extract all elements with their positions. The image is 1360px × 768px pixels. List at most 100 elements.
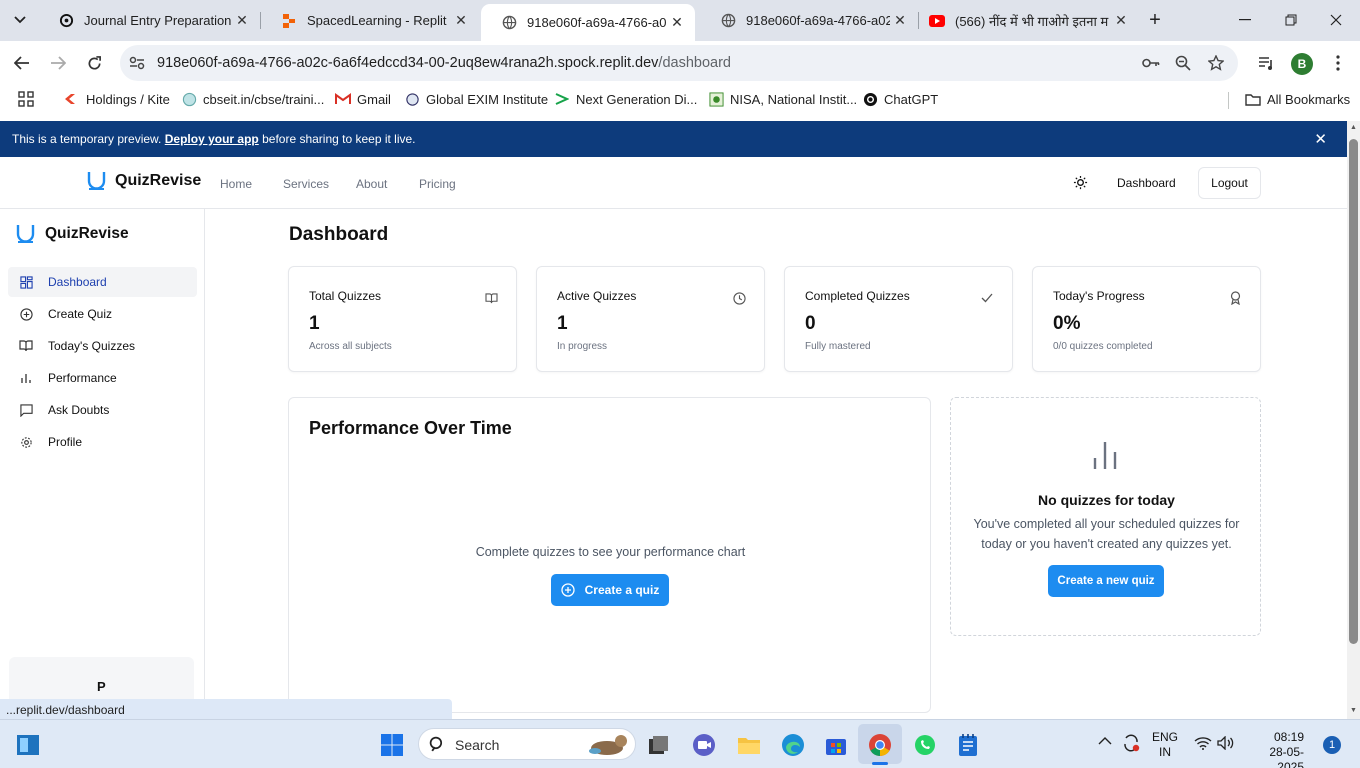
sidebar-brand[interactable]: QuizRevise — [16, 224, 129, 244]
message-icon — [18, 402, 34, 418]
sidebar: QuizRevise Dashboard Create Quiz Today's… — [0, 209, 205, 719]
widgets-icon[interactable] — [15, 732, 41, 758]
bookmark-next-generation[interactable]: Next Generation Di... — [554, 91, 697, 107]
apps-grid-icon[interactable] — [18, 91, 34, 107]
tab-title: SpacedLearning - Replit — [307, 13, 447, 28]
notepad-icon[interactable] — [955, 732, 981, 758]
zoom-icon[interactable] — [1174, 54, 1192, 72]
clock[interactable]: 08:19 28-05-2025 — [1248, 730, 1304, 768]
nav-about[interactable]: About — [356, 177, 387, 191]
close-icon[interactable]: ✕ — [1111, 12, 1131, 29]
microsoft-store-icon[interactable] — [823, 732, 849, 758]
reload-icon[interactable] — [82, 51, 106, 75]
sidebar-item-todays-quizzes[interactable]: Today's Quizzes — [8, 331, 197, 361]
taskbar-search[interactable]: Search — [418, 728, 636, 760]
nav-pricing[interactable]: Pricing — [419, 177, 456, 191]
menu-kebab-icon[interactable] — [1326, 51, 1350, 75]
task-view-icon[interactable] — [646, 732, 672, 758]
kite-icon — [64, 91, 80, 107]
stat-value: 1 — [309, 313, 320, 334]
bookmark-nisa[interactable]: NISA, National Instit... — [708, 91, 857, 107]
close-icon[interactable]: ✕ — [1314, 130, 1327, 148]
wifi-icon[interactable] — [1194, 736, 1212, 750]
create-quiz-button[interactable]: Create a quiz — [551, 574, 669, 606]
close-icon[interactable]: ✕ — [890, 12, 910, 29]
bookmark-gmail[interactable]: Gmail — [335, 91, 391, 107]
arrow-icon — [554, 91, 570, 107]
volume-icon[interactable] — [1217, 736, 1235, 750]
tab-title: (566) नींद में भी गाओगे इतना म — [955, 13, 1109, 29]
key-icon[interactable] — [1142, 54, 1160, 72]
browser-tab-3-active[interactable]: 918e060f-a69a-4766-a02c-6 ✕ — [481, 4, 695, 41]
minimize-button[interactable] — [1231, 8, 1259, 32]
deploy-link[interactable]: Deploy your app — [165, 132, 259, 146]
award-icon — [1228, 291, 1242, 305]
check-icon — [980, 291, 994, 305]
browser-tab-4[interactable]: 918e060f-a69a-4766-a02c-6 ✕ — [700, 0, 918, 41]
restore-button[interactable] — [1277, 8, 1305, 32]
file-explorer-icon[interactable] — [736, 732, 762, 758]
tab-title: 918e060f-a69a-4766-a02c-6 — [527, 15, 667, 30]
language-indicator[interactable]: ENG IN — [1152, 730, 1178, 760]
notification-badge[interactable]: 1 — [1323, 736, 1341, 754]
sidebar-item-label: Performance — [48, 371, 117, 385]
globe-icon — [181, 91, 197, 107]
sidebar-item-dashboard[interactable]: Dashboard — [8, 267, 197, 297]
sidebar-item-create-quiz[interactable]: Create Quiz — [8, 299, 197, 329]
nav-home[interactable]: Home — [220, 177, 252, 191]
media-controls-icon[interactable] — [1254, 51, 1278, 75]
stat-subtext: In progress — [557, 341, 608, 352]
todays-quizzes-card: No quizzes for today You've completed al… — [950, 397, 1261, 636]
omnibox[interactable]: 918e060f-a69a-4766-a02c-6a6f4edccd34-00-… — [120, 45, 1238, 81]
scrollbar-thumb[interactable] — [1349, 139, 1358, 644]
sidebar-item-label: Dashboard — [48, 275, 107, 289]
tab-search-icon[interactable] — [10, 10, 30, 30]
meet-video-icon[interactable] — [691, 732, 717, 758]
whatsapp-icon[interactable] — [912, 732, 938, 758]
brand-logo[interactable]: QuizRevise — [87, 171, 201, 191]
folder-icon — [1245, 91, 1261, 107]
bookmark-chatgpt[interactable]: ChatGPT — [862, 91, 938, 107]
sync-icon[interactable] — [1121, 733, 1141, 753]
chevron-up-icon[interactable] — [1098, 736, 1112, 745]
url-text[interactable]: 918e060f-a69a-4766-a02c-6a6f4edccd34-00-… — [157, 55, 731, 71]
sidebar-item-ask-doubts[interactable]: Ask Doubts — [8, 395, 197, 425]
create-new-quiz-button[interactable]: Create a new quiz — [1048, 565, 1164, 597]
stat-value: 0 — [805, 313, 816, 334]
nav-services[interactable]: Services — [283, 177, 329, 191]
url-host: 918e060f-a69a-4766-a02c-6a6f4edccd34-00-… — [157, 55, 659, 71]
windows-start-icon[interactable] — [379, 732, 405, 758]
chrome-icon[interactable] — [867, 732, 893, 758]
sidebar-item-performance[interactable]: Performance — [8, 363, 197, 393]
close-icon[interactable]: ✕ — [667, 14, 687, 31]
browser-tab-1[interactable]: Journal Entry Preparation ✕ — [38, 0, 260, 41]
close-icon[interactable]: ✕ — [451, 12, 471, 29]
clock-date: 28-05-2025 — [1269, 745, 1304, 768]
bookmark-holdings[interactable]: Holdings / Kite — [64, 91, 170, 107]
banner-text: This is a temporary preview. — [12, 132, 162, 146]
back-arrow-icon[interactable] — [10, 51, 34, 75]
page-scrollbar[interactable]: ▲ ▼ — [1347, 121, 1360, 719]
browser-tab-5[interactable]: (566) नींद में भी गाओगे इतना म ✕ — [919, 0, 1139, 41]
bookmark-label: Gmail — [357, 91, 391, 107]
forward-arrow-icon[interactable] — [46, 51, 70, 75]
new-tab-button[interactable]: + — [1145, 10, 1165, 30]
bookmark-cbseit[interactable]: cbseit.in/cbse/traini... — [181, 91, 324, 107]
header-dashboard-link[interactable]: Dashboard — [1117, 176, 1176, 190]
sidebar-item-profile[interactable]: Profile — [8, 427, 197, 457]
globe-icon — [501, 15, 517, 31]
star-icon[interactable] — [1207, 54, 1225, 72]
logout-button[interactable]: Logout — [1198, 167, 1261, 199]
avatar[interactable]: B — [1291, 53, 1313, 75]
all-bookmarks[interactable]: All Bookmarks — [1245, 91, 1350, 107]
stat-subtext: Fully mastered — [805, 341, 871, 352]
bookmark-label: cbseit.in/cbse/traini... — [203, 91, 325, 107]
close-icon[interactable]: ✕ — [232, 12, 252, 29]
bookmark-global-exim[interactable]: Global EXIM Institute — [404, 91, 548, 107]
edge-browser-icon[interactable] — [780, 732, 806, 758]
sun-icon[interactable] — [1073, 175, 1088, 190]
sidebar-item-label: Today's Quizzes — [48, 339, 135, 353]
browser-tab-2[interactable]: SpacedLearning - Replit ✕ — [261, 0, 479, 41]
close-window-button[interactable] — [1322, 8, 1350, 32]
site-info-icon[interactable] — [128, 54, 146, 72]
